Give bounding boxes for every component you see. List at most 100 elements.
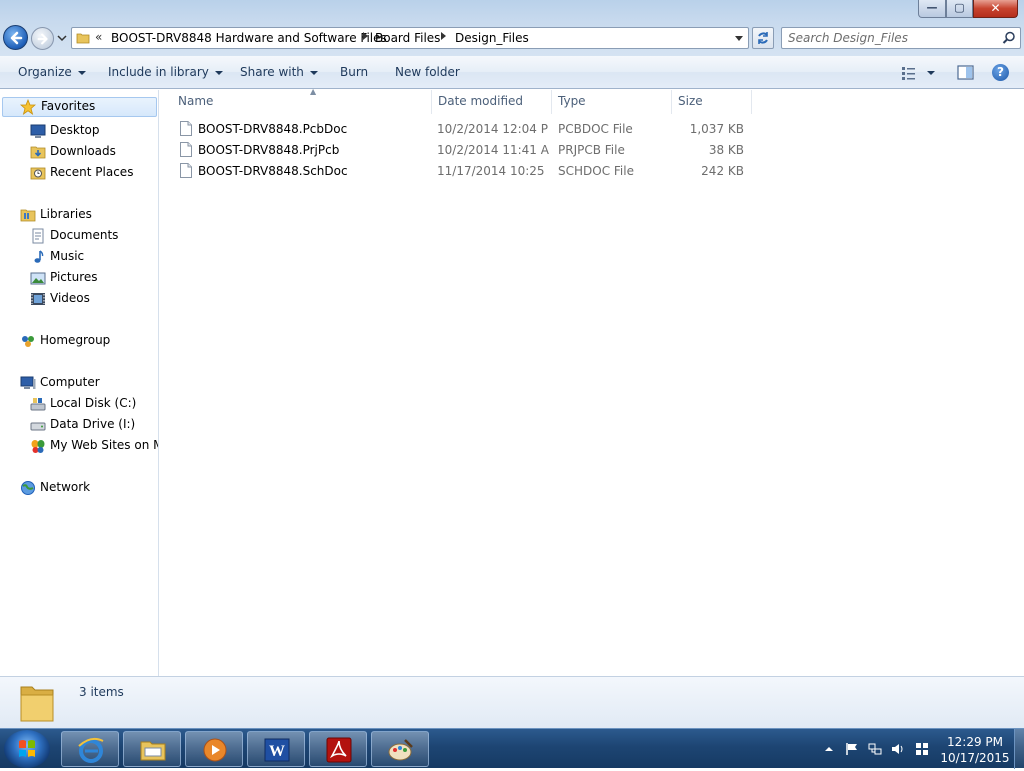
clock-time: 12:29 PM [947,735,1003,749]
search-input[interactable] [788,30,996,46]
nav-item-label: Music [50,249,85,263]
taskbar-adobe-reader[interactable] [309,731,367,767]
action-center-flag-icon[interactable] [845,742,859,756]
nav-item-label: Pictures [50,270,98,284]
file-row[interactable]: BOOST-DRV8848.PcbDoc 10/2/2014 12:04 PM … [176,119,752,140]
pictures-icon [30,272,46,285]
help-button[interactable]: ? [992,64,1009,81]
local-disk-icon [30,398,46,411]
search-box[interactable] [781,27,1021,49]
show-desktop-button[interactable] [1014,729,1024,769]
burn-button[interactable]: Burn [340,65,368,79]
windows-update-icon[interactable] [915,742,929,756]
file-date-modified: 10/2/2014 12:04 PM [437,122,549,136]
file-icon [180,121,192,136]
file-row[interactable]: BOOST-DRV8848.SchDoc 11/17/2014 10:25 ..… [176,161,752,182]
column-header-date-modified[interactable]: Date modified [432,90,552,114]
file-row[interactable]: BOOST-DRV8848.PrjPcb 10/2/2014 11:41 AM … [176,140,752,161]
breadcrumb-boost-drv8848[interactable]: BOOST-DRV8848 Hardware and Software File… [111,31,387,45]
minimize-button[interactable]: — [918,0,946,18]
star-icon [20,99,36,115]
show-hidden-icons-chevron-up-icon[interactable] [822,742,836,756]
refresh-button[interactable] [752,27,774,49]
nav-network-label: Network [40,480,91,494]
breadcrumb-separator-icon[interactable] [363,32,368,40]
new-folder-button[interactable]: New folder [395,65,460,79]
file-icon [180,142,192,157]
tray-clock[interactable]: 12:29 PM 10/17/2015 [940,734,1010,766]
taskbar-paint[interactable] [371,731,429,767]
file-name: BOOST-DRV8848.PcbDoc [198,122,348,136]
forward-button[interactable] [31,27,54,50]
item-count: 3 items [79,685,124,699]
breadcrumb-separator-icon[interactable] [441,32,446,40]
search-icon[interactable] [1002,31,1016,45]
breadcrumb-board-files[interactable]: Board Files [375,31,440,45]
organize-menu[interactable]: Organize [18,65,86,79]
nav-libraries-label: Libraries [40,207,92,221]
media-player-icon [203,738,227,762]
command-bar: Organize Include in library Share with B… [0,56,1024,89]
recent-pages-chevron-down-icon[interactable] [57,33,67,43]
internet-explorer-icon [78,737,104,763]
nav-computer-label: Computer [40,375,100,389]
arrow-right-icon [37,33,48,45]
taskbar-internet-explorer[interactable] [61,731,119,767]
address-history-dropdown[interactable] [730,28,748,48]
msn-butterfly-icon [31,440,45,453]
preview-pane-icon[interactable] [957,64,974,81]
refresh-icon [758,32,768,44]
adobe-reader-icon [326,737,352,763]
share-with-menu[interactable]: Share with [240,65,318,79]
back-button[interactable] [3,25,28,50]
chevron-down-icon [309,70,318,75]
taskbar-word[interactable]: W [247,731,305,767]
column-header-name[interactable]: Name ▲ [172,87,432,114]
breadcrumb-design-files[interactable]: Design_Files [455,31,529,45]
column-header-type[interactable]: Type [552,90,672,114]
details-view-icon [902,67,935,80]
nav-item-label: Local Disk (C:) [50,396,137,410]
column-header-size[interactable]: Size [672,90,752,114]
change-view-button[interactable] [900,65,940,81]
organize-label: Organize [18,65,72,79]
close-icon: ✕ [990,1,1001,15]
address-bar[interactable]: « BOOST-DRV8848 Hardware and Software Fi… [71,27,749,49]
file-name: BOOST-DRV8848.PrjPcb [198,143,340,157]
file-type: SCHDOC File [558,164,634,178]
close-button[interactable]: ✕ [973,0,1018,18]
network-tray-icon[interactable] [868,742,882,756]
address-overflow-chevron[interactable]: « [95,30,102,44]
file-size: 1,037 KB [689,122,744,136]
nav-item-label: Recent Places [50,165,134,179]
nav-item-label: Desktop [50,123,100,137]
svg-text:W: W [269,743,285,760]
nav-favorites[interactable]: Favorites [2,97,157,117]
nav-item-label: My Web Sites on MSN [50,438,158,452]
nav-homegroup-label: Homegroup [40,333,111,347]
drive-icon [30,422,46,431]
recent-places-icon [30,167,46,180]
chevron-down-icon [77,70,86,75]
column-header-name-label: Name [178,94,214,108]
navigation-pane[interactable]: Favorites Desktop Downloads Recent Place… [0,90,159,676]
taskbar-windows-explorer[interactable] [123,731,181,767]
include-in-library-menu[interactable]: Include in library [108,65,223,79]
file-type: PRJPCB File [558,143,625,157]
maximize-button[interactable]: ▢ [946,0,973,18]
column-header-size-label: Size [678,94,703,108]
file-date-modified: 10/2/2014 11:41 AM [437,143,549,157]
details-pane: 3 items [0,676,1024,728]
file-icon [180,163,192,178]
file-list[interactable]: Name ▲ Date modified Type Size BOOST-DRV… [160,87,1024,676]
share-with-label: Share with [240,65,304,79]
clock-date: 10/17/2015 [940,751,1010,765]
libraries-icon [20,209,36,222]
volume-icon[interactable] [891,742,905,756]
file-name: BOOST-DRV8848.SchDoc [198,164,348,178]
start-button[interactable] [4,730,50,768]
videos-icon [31,293,45,305]
include-in-library-label: Include in library [108,65,209,79]
homegroup-icon [22,336,34,347]
taskbar-media-player[interactable] [185,731,243,767]
